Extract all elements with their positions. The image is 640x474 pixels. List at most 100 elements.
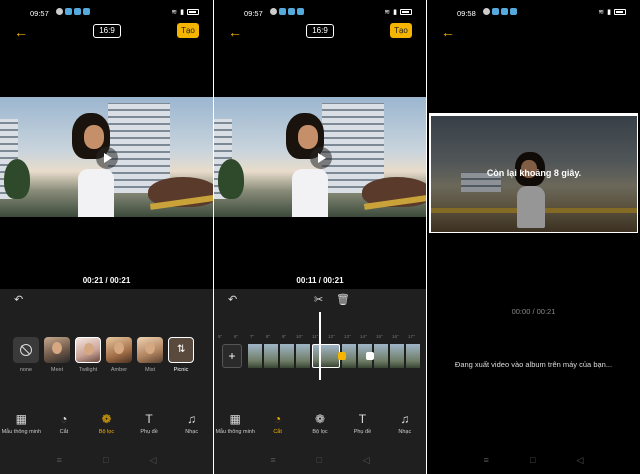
timecode: 00:11 / 00:21 xyxy=(296,276,344,285)
status-bar: 09:57 ≋ ▮ xyxy=(0,0,213,22)
signal-icon: ▮ xyxy=(180,9,184,16)
tool-label: Phụ đề xyxy=(353,429,372,435)
edit-panel xyxy=(0,289,213,474)
timeline-clip[interactable] xyxy=(374,344,388,368)
palette-icon: ◔ xyxy=(273,412,282,426)
timeline-clip-selected[interactable] xyxy=(312,344,340,368)
menu-icon[interactable]: ≡ xyxy=(484,455,489,466)
tool-smart-template[interactable]: ▦ Mẫu thông minh xyxy=(214,412,256,435)
system-nav: ≡ □ ◁ xyxy=(0,455,213,466)
filter-label: Twilight xyxy=(78,367,98,373)
add-clip-button[interactable]: + xyxy=(222,344,242,368)
tool-label: Cắt xyxy=(59,429,69,435)
tool-filter[interactable]: ❁ Bộ lọc xyxy=(299,412,341,435)
create-button[interactable]: Tạo xyxy=(390,23,412,38)
timeline-track[interactable] xyxy=(248,344,426,368)
delete-icon[interactable]: 🗑 xyxy=(336,293,350,306)
filter-mist[interactable]: Mist xyxy=(137,337,163,373)
notification-icons xyxy=(483,8,517,15)
filter-icon: ❁ xyxy=(314,412,326,426)
transition-icon[interactable] xyxy=(366,352,374,360)
scissors-icon[interactable]: ✂ xyxy=(314,293,323,306)
music-icon: ♫ xyxy=(187,412,197,426)
timeline-clip[interactable] xyxy=(280,344,294,368)
none-icon xyxy=(20,344,32,356)
back-icon[interactable]: ◁ xyxy=(363,455,370,466)
tree xyxy=(4,159,30,199)
back-arrow-icon[interactable]: ← xyxy=(441,24,455,40)
tool-subtitle[interactable]: T Phụ đề xyxy=(341,412,383,435)
battery-icon xyxy=(614,9,626,15)
phone-screen-filters: 09:57 ≋ ▮ ← 16:9 Tạo 00:21 / 00:21 ↶ none… xyxy=(0,0,213,474)
tool-music[interactable]: ♫ Nhạc xyxy=(170,412,213,435)
back-arrow-icon[interactable]: ← xyxy=(228,24,242,40)
playhead[interactable] xyxy=(319,312,321,380)
undo-icon[interactable]: ↶ xyxy=(14,293,23,306)
filter-label: Meet xyxy=(50,367,64,373)
menu-icon[interactable]: ≡ xyxy=(270,455,275,466)
tool-label: Mẫu thông minh xyxy=(215,429,255,435)
tool-music[interactable]: ♫ Nhạc xyxy=(384,412,426,435)
filter-meet[interactable]: Meet xyxy=(44,337,70,373)
grid-icon: ▦ xyxy=(15,412,27,426)
ruler-tick: 9" xyxy=(282,334,287,339)
export-timecode: 00:00 / 00:21 xyxy=(511,307,556,316)
undo-icon[interactable]: ↶ xyxy=(228,293,237,306)
home-icon[interactable]: □ xyxy=(530,455,535,466)
video-preview[interactable] xyxy=(0,97,213,217)
home-icon[interactable]: □ xyxy=(316,455,321,466)
filter-picnic[interactable]: ⇅ Picnic xyxy=(168,337,194,373)
play-icon[interactable] xyxy=(96,147,118,169)
wifi-icon: ≋ xyxy=(598,9,605,16)
status-bar: 09:57 ≋ ▮ xyxy=(214,0,426,22)
play-icon[interactable] xyxy=(310,147,332,169)
tool-smart-template[interactable]: ▦ Mẫu thông minh xyxy=(0,412,43,435)
menu-icon[interactable]: ≡ xyxy=(57,455,62,466)
ruler-tick: 14" xyxy=(360,334,367,339)
video-preview[interactable] xyxy=(214,97,426,217)
aspect-ratio-button[interactable]: 16:9 xyxy=(306,24,334,38)
timeline-clip[interactable] xyxy=(296,344,310,368)
battery-icon xyxy=(187,9,199,15)
tool-label: Bộ lọc xyxy=(98,429,115,435)
aspect-ratio-button[interactable]: 16:9 xyxy=(93,24,121,38)
transition-icon[interactable] xyxy=(338,352,346,360)
tree xyxy=(218,159,244,199)
tool-label: Nhạc xyxy=(185,429,199,435)
timeline-clip[interactable] xyxy=(390,344,404,368)
ruler-tick: 8" xyxy=(266,334,271,339)
back-icon[interactable]: ◁ xyxy=(577,455,584,466)
ruler-tick: 13" xyxy=(344,334,351,339)
filter-icon: ❁ xyxy=(101,412,112,426)
tool-filter[interactable]: ❁ Bộ lọc xyxy=(85,412,128,435)
palette-icon: ◔ xyxy=(60,412,68,426)
signal-icon: ▮ xyxy=(607,9,611,16)
tool-cut[interactable]: ◔ Cắt xyxy=(256,412,298,435)
home-icon[interactable]: □ xyxy=(103,455,108,466)
filter-label: Mist xyxy=(144,367,156,373)
signal-icon: ▮ xyxy=(393,9,397,16)
back-arrow-icon[interactable]: ← xyxy=(14,24,28,40)
filter-amber[interactable]: Amber xyxy=(106,337,132,373)
tool-label: Phụ đề xyxy=(140,429,158,435)
tool-subtitle[interactable]: T Phụ đề xyxy=(128,412,171,435)
timeline-clip[interactable] xyxy=(406,344,420,368)
export-preview: Còn lại khoảng 8 giây. xyxy=(431,116,637,232)
wifi-icon: ≋ xyxy=(171,9,178,16)
filter-label: Picnic xyxy=(173,367,189,373)
ruler-tick: 10" xyxy=(296,334,303,339)
timeline-clip[interactable] xyxy=(248,344,262,368)
create-button[interactable]: Tạo xyxy=(177,23,199,38)
wifi-icon: ≋ xyxy=(384,9,391,16)
filter-label: Amber xyxy=(110,367,128,373)
back-icon[interactable]: ◁ xyxy=(150,455,157,466)
tool-cut[interactable]: ◔ Cắt xyxy=(43,412,86,435)
tool-label: Cắt xyxy=(273,429,282,435)
timeline-clip[interactable] xyxy=(264,344,278,368)
bottom-toolbar: ▦ Mẫu thông minh ◔ Cắt ❁ Bộ lọc T Phụ đề ♫ Nh… xyxy=(0,412,213,435)
status-right: ≋ ▮ xyxy=(171,8,199,16)
system-nav: ≡ □ ◁ xyxy=(427,455,640,466)
tool-label: Nhạc xyxy=(398,429,412,435)
filter-none[interactable]: none xyxy=(13,337,39,373)
filter-twilight[interactable]: Twilight xyxy=(75,337,101,373)
